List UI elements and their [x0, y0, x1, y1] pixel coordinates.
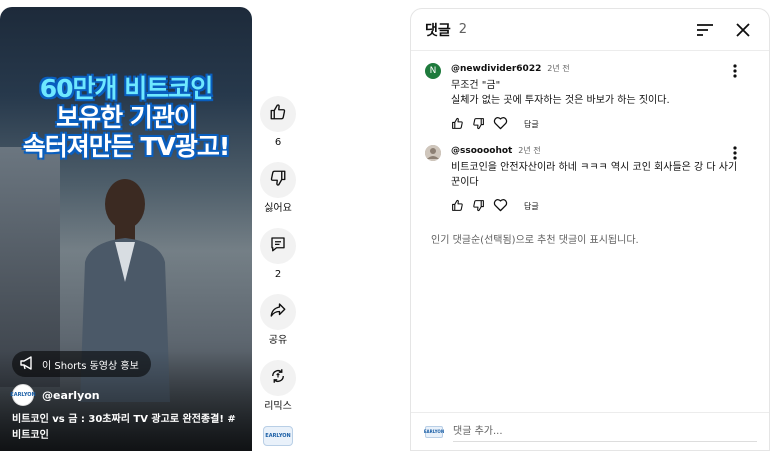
comment-time[interactable]: 2년 전 — [518, 146, 540, 155]
dislike-button[interactable]: 싫어요 — [258, 162, 298, 216]
comment-item: @ssoooohot 2년 전 비트코인을 안전자산이라 하네 ㅋㅋㅋ 역시 코… — [411, 133, 769, 215]
comment-author[interactable]: @ssoooohot — [451, 146, 512, 156]
comment-avatar[interactable]: N — [425, 63, 441, 79]
channel-avatar[interactable]: EARLYON — [10, 384, 36, 406]
like-count: 6 — [274, 137, 282, 148]
more-options-icon[interactable] — [729, 64, 741, 78]
reply-button[interactable]: 답글 — [524, 119, 539, 130]
thumbs-up-icon[interactable] — [451, 115, 464, 134]
comment-time[interactable]: 2년 전 — [547, 64, 569, 73]
video-player[interactable]: 60만개 비트코인 보유한 기관이 속터져만든 TV광고! 이 Shorts 동… — [0, 7, 252, 451]
reply-button[interactable]: 답글 — [524, 201, 539, 212]
thumbs-down-icon[interactable] — [472, 197, 485, 216]
comments-panel: 댓글 2 N @newdivider6022 2년 전 무조건 "금" 실체가 … — [410, 8, 770, 451]
promote-shorts-label: 이 Shorts 동영상 홍보 — [42, 360, 139, 372]
close-icon[interactable] — [731, 18, 755, 42]
share-button[interactable]: 공유 — [258, 294, 298, 348]
comment-text-line: 무조건 "금" — [451, 80, 501, 91]
thumbs-up-icon[interactable] — [451, 197, 464, 216]
remix-icon — [269, 367, 287, 389]
video-overlay-line-3: 속터져만든 TV광고! — [22, 132, 231, 161]
comment-count: 2 — [274, 269, 282, 280]
comment-avatar[interactable] — [425, 145, 441, 161]
channel-handle[interactable]: @earlyon — [42, 389, 100, 402]
remix-label: 리믹스 — [264, 401, 292, 412]
remix-button[interactable]: 리믹스 — [258, 360, 298, 414]
thumbs-down-icon[interactable] — [472, 115, 485, 134]
comment-actions: 답글 — [451, 115, 755, 133]
comment-icon — [269, 235, 287, 257]
share-icon — [269, 301, 287, 323]
remix-circle[interactable] — [260, 360, 296, 396]
comments-count: 2 — [458, 22, 468, 37]
dislike-label: 싫어요 — [264, 203, 292, 214]
like-circle[interactable] — [260, 96, 296, 132]
sort-notice: 인기 댓글순(선택됨)으로 추천 댓글이 표시됩니다. — [431, 235, 639, 246]
comment-item: N @newdivider6022 2년 전 무조건 "금" 실체가 없는 곳에… — [411, 51, 769, 133]
comment-text-line: 실체가 없는 곳에 투자하는 것은 바보가 하는 짓이다. — [451, 95, 670, 106]
comments-button[interactable]: 2 — [258, 228, 298, 282]
comment-text-line: 비트코인을 안전자산이라 하네 ㅋㅋㅋ 역시 코인 회사들은 강 다 사기 — [451, 162, 738, 173]
more-options-icon[interactable] — [729, 146, 741, 160]
comment-composer: EARLYON 댓글 추가... — [411, 412, 769, 450]
share-label: 공유 — [268, 335, 288, 346]
channel-info[interactable]: EARLYON @earlyon — [10, 384, 100, 406]
comments-circle[interactable] — [260, 228, 296, 264]
like-button[interactable]: 6 — [258, 96, 298, 150]
heart-icon[interactable] — [493, 115, 508, 134]
heart-icon[interactable] — [493, 197, 508, 216]
add-comment-input[interactable]: 댓글 추가... — [453, 422, 757, 442]
shorts-page: 60만개 비트코인 보유한 기관이 속터져만든 TV광고! 이 Shorts 동… — [0, 0, 773, 451]
comment-actions: 답글 — [451, 197, 755, 215]
megaphone-icon — [20, 355, 36, 373]
share-circle[interactable] — [260, 294, 296, 330]
thumbs-down-icon — [269, 169, 287, 191]
current-user-avatar: EARLYON — [424, 425, 444, 438]
comment-text-line: 꾼이다 — [451, 177, 479, 188]
sort-icon[interactable] — [693, 18, 717, 42]
action-rail: 6 싫어요 2 공유 리믹스 EARLYON — [258, 96, 298, 446]
comments-title: 댓글 — [425, 22, 451, 39]
thumbs-up-icon — [269, 103, 287, 125]
video-title[interactable]: 비트코인 vs 금 : 30초짜리 TV 광고로 완전종결! #비트코인 — [12, 412, 244, 444]
dislike-circle[interactable] — [260, 162, 296, 198]
sound-channel-avatar[interactable]: EARLYON — [263, 426, 293, 446]
comments-header: 댓글 2 — [411, 9, 769, 51]
comment-author[interactable]: @newdivider6022 — [451, 64, 541, 74]
promote-shorts-button[interactable]: 이 Shorts 동영상 홍보 — [12, 351, 151, 377]
